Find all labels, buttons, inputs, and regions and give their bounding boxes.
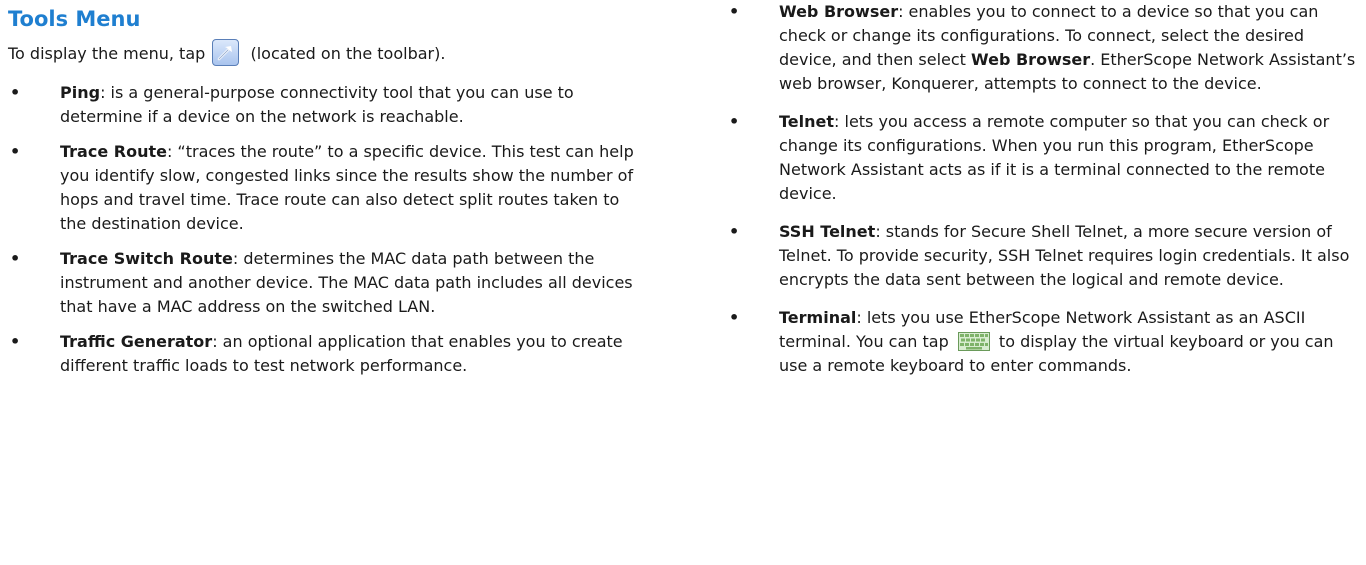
bullet: •: [729, 222, 740, 241]
desc-telnet: : lets you access a remote computer so t…: [779, 112, 1330, 203]
section-heading: Tools Menu: [8, 7, 141, 31]
list-item-trace-switch-route: • Trace Switch Route: determines the MAC …: [8, 247, 648, 319]
bullet: •: [729, 2, 740, 21]
term-web-browser: Web Browser: [779, 2, 899, 21]
intro-text-before: To display the menu, tap: [8, 44, 206, 63]
left-column: Tools Menu To display the menu, tap (loc…: [8, 0, 648, 378]
list-item-telnet: • Telnet: lets you access a remote comput…: [727, 110, 1357, 206]
intro-paragraph: To display the menu, tap (located on the…: [8, 39, 648, 67]
list-item-traffic-generator: • Traffic Generator: an optional applicat…: [8, 330, 648, 378]
bullet: •: [729, 112, 740, 131]
desc-ping: : is a general-purpose connectivity tool…: [60, 83, 574, 126]
term-ping: Ping: [60, 83, 101, 102]
left-tool-list: • Ping: is a general-purpose connectivity…: [8, 81, 648, 378]
term-web-browser-inline: Web Browser: [971, 50, 1091, 69]
term-trace-switch-route: Trace Switch Route: [60, 249, 233, 268]
term-telnet: Telnet: [779, 112, 835, 131]
bullet: •: [10, 249, 21, 268]
term-traffic-generator: Traffic Generator: [60, 332, 213, 351]
document-page: Tools Menu To display the menu, tap (loc…: [0, 0, 1366, 565]
tools-icon: [212, 39, 240, 66]
list-item-web-browser: • Web Browser: enables you to connect to …: [727, 0, 1357, 96]
right-column: • Web Browser: enables you to connect to …: [727, 0, 1357, 378]
bullet: •: [10, 142, 21, 161]
term-terminal: Terminal: [779, 308, 857, 327]
term-ssh-telnet: SSH Telnet: [779, 222, 876, 241]
intro-text-after: (located on the toolbar).: [250, 44, 446, 63]
bullet: •: [10, 332, 21, 351]
bullet: •: [10, 83, 21, 102]
right-tool-list: • Web Browser: enables you to connect to …: [727, 0, 1357, 378]
keyboard-icon: [957, 331, 990, 351]
term-trace-route: Trace Route: [60, 142, 167, 161]
list-item-trace-route: • Trace Route: “traces the route” to a sp…: [8, 140, 648, 236]
bullet: •: [729, 308, 740, 327]
list-item-ssh-telnet: • SSH Telnet: stands for Secure Shell Tel…: [727, 220, 1357, 292]
list-item-terminal: • Terminal: lets you use EtherScope Netwo…: [727, 306, 1357, 378]
keyboard-icon-glyph: [957, 331, 990, 351]
tools-icon-glyph: [218, 46, 233, 61]
list-item-ping: • Ping: is a general-purpose connectivity…: [8, 81, 648, 129]
